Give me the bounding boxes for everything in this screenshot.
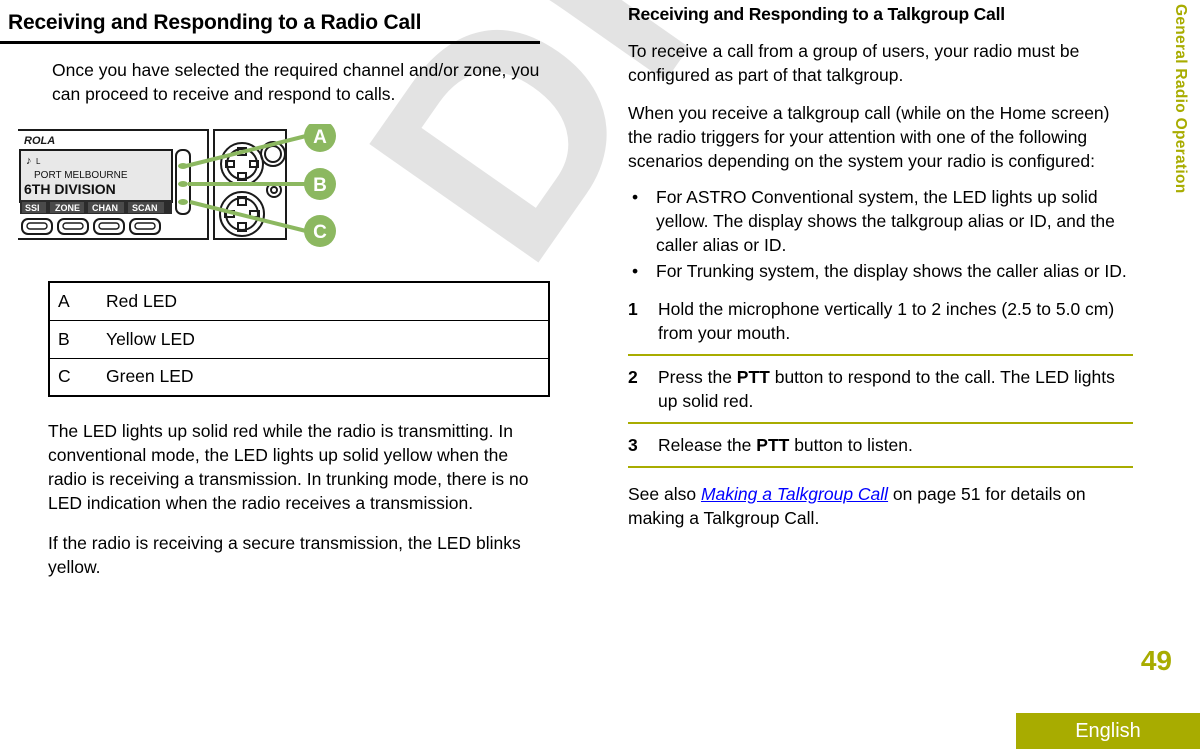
list-item-text: For ASTRO Conventional system, the LED l… (656, 187, 1115, 255)
softkey-label-3: SCAN (132, 203, 158, 213)
led-row-value: Yellow LED (104, 319, 549, 358)
step-text-before: Press the (658, 367, 737, 387)
led-row-value: Green LED (104, 357, 549, 396)
right-section-heading: Receiving and Responding to a Talkgroup … (628, 4, 1005, 24)
lcd-note-icon: ♪ (26, 155, 32, 167)
green-led (178, 199, 188, 205)
step-text-bold: PTT (756, 435, 790, 455)
left-paragraph-3: If the radio is receiving a secure trans… (48, 533, 521, 577)
step-text: Press the PTT button to respond to the c… (658, 365, 1133, 413)
left-intro-paragraph: Once you have selected the required chan… (52, 60, 540, 104)
step-number: 1 (628, 299, 638, 319)
page-number: 49 (1140, 645, 1172, 676)
callout-a: A (304, 120, 336, 152)
lcd-l-icon: L (36, 157, 41, 166)
led-row-value: Red LED (106, 290, 178, 311)
language-footer-bar: English (1016, 713, 1200, 749)
manual-page: Receiving and Responding to a Radio Call… (0, 0, 1200, 749)
step-number: 2 (628, 367, 638, 387)
step-number: 3 (628, 435, 638, 455)
yellow-led (178, 181, 188, 187)
radio-illustration-svg: ROLA ♪ L PORT MELBOURNE 6TH DIVISION SSI… (18, 120, 336, 247)
callout-leader-lines (185, 134, 307, 233)
left-paragraph-2: The LED lights up solid red while the ra… (48, 421, 529, 513)
list-item: • For ASTRO Conventional system, the LED… (628, 185, 1133, 257)
chapter-side-tab: General Radio Operation (1160, 0, 1200, 260)
radio-front-panel-illustration: ROLA ♪ L PORT MELBOURNE 6TH DIVISION SSI… (18, 120, 358, 259)
step-text-before: Release the (658, 435, 757, 455)
lcd-line-2: 6TH DIVISION (24, 181, 116, 197)
step-text-bold: PTT (736, 367, 770, 387)
bullet-icon: • (632, 187, 639, 207)
chapter-side-tab-label: General Radio Operation (1172, 4, 1189, 194)
softkey-label-0: SSI (25, 203, 40, 213)
step-text-before: Hold the microphone vertically 1 to 2 in… (658, 299, 1115, 343)
table-row: B Yellow LED (49, 319, 549, 358)
bullet-icon: • (632, 261, 639, 281)
language-label: English (1075, 719, 1141, 742)
led-legend-table: A Red LED B Yellow LED C Green LED (48, 281, 550, 397)
callout-c: C (304, 215, 336, 247)
step-1: 1 Hold the microphone vertically 1 to 2 … (628, 297, 1133, 356)
svg-text:A: A (313, 127, 327, 148)
svg-text:C: C (313, 222, 327, 243)
radio-brand-text: ROLA (24, 135, 55, 147)
step-2: 2 Press the PTT button to respond to the… (628, 365, 1133, 424)
list-item-text: For Trunking system, the display shows t… (656, 261, 1127, 281)
step-text: Hold the microphone vertically 1 to 2 in… (658, 297, 1133, 345)
left-section-heading: Receiving and Responding to a Radio Call (0, 10, 540, 44)
radio-softkey-buttons (21, 218, 161, 235)
softkey-label-2: CHAN (92, 203, 118, 213)
callout-b: B (304, 168, 336, 200)
table-row: C Green LED (49, 357, 549, 396)
right-column: Receiving and Responding to a Talkgroup … (628, 0, 1136, 530)
see-also-note: See also Making a Talkgroup Call on page… (628, 482, 1133, 530)
lcd-line-1: PORT MELBOURNE (34, 170, 128, 181)
procedure-steps: 1 Hold the microphone vertically 1 to 2 … (628, 297, 1133, 468)
led-row-key: C (49, 357, 104, 396)
svg-text:B: B (313, 175, 327, 196)
softkey-label-1: ZONE (55, 203, 80, 213)
see-also-prefix: See also (628, 484, 701, 504)
table-row: A Red LED (49, 282, 549, 320)
step-text-after: button to listen. (789, 435, 913, 455)
left-column: Receiving and Responding to a Radio Call… (0, 10, 560, 579)
step-text: Release the PTT button to listen. (658, 433, 1133, 457)
right-paragraph-1: To receive a call from a group of users,… (628, 41, 1080, 85)
led-row-key: A (58, 290, 70, 311)
step-3: 3 Release the PTT button to listen. (628, 433, 1133, 468)
scenario-bullet-list: • For ASTRO Conventional system, the LED… (628, 185, 1133, 283)
led-row-key: B (49, 319, 104, 358)
right-paragraph-2: When you receive a talkgroup call (while… (628, 103, 1110, 171)
list-item: • For Trunking system, the display shows… (628, 259, 1133, 283)
cross-reference-link[interactable]: Making a Talkgroup Call (701, 484, 888, 504)
